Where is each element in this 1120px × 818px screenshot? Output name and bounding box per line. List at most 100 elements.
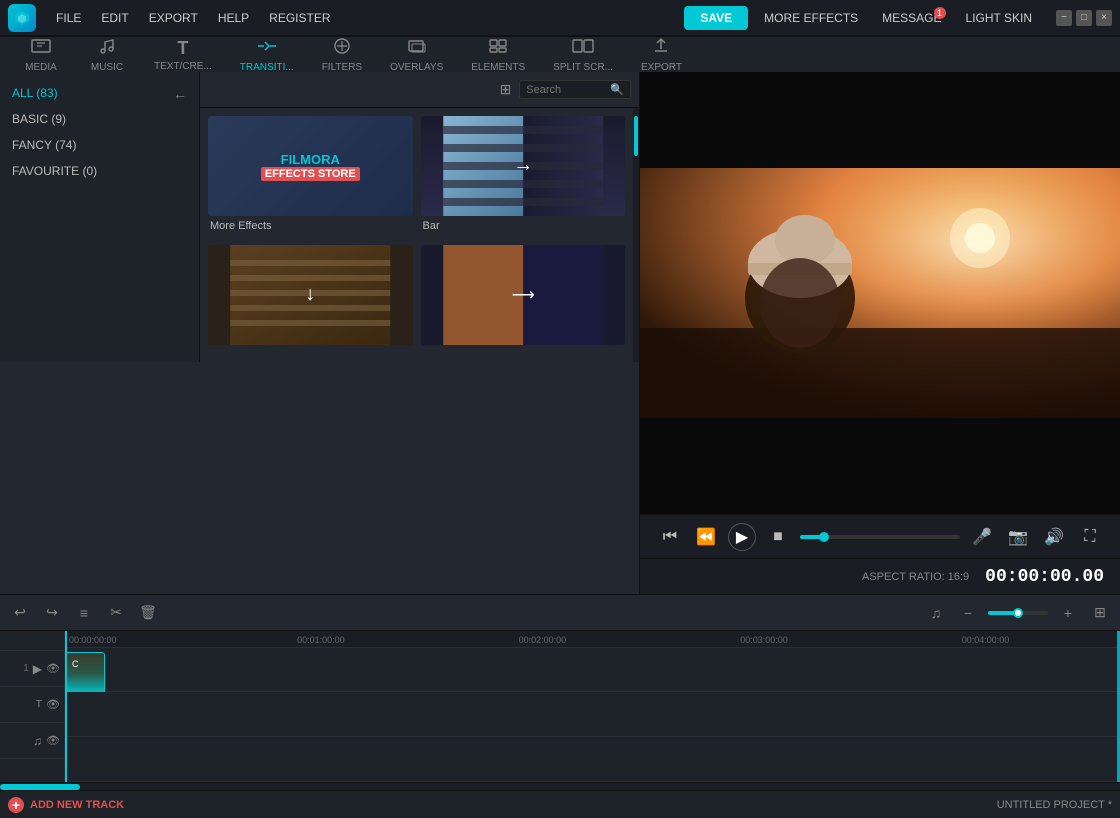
category-basic[interactable]: BASIC (9) — [0, 106, 199, 132]
overlays-icon — [407, 37, 427, 60]
microphone-button[interactable]: 🎤 — [968, 523, 996, 551]
menu-bar: FILE EDIT EXPORT HELP REGISTER SAVE MORE… — [0, 0, 1120, 36]
go-start-button[interactable]: ⏮ — [656, 523, 684, 551]
timeline-scrollbar[interactable] — [0, 782, 1120, 790]
video-frame — [640, 72, 1120, 514]
aspect-ratio: ASPECT RATIO: 16:9 — [862, 571, 969, 583]
timeline-grid-button[interactable]: ⊞ — [1088, 601, 1112, 625]
light-skin-button[interactable]: LIGHT SKIN — [958, 7, 1040, 29]
add-track-icon: + — [8, 797, 24, 813]
bar-thumbnail: → — [421, 116, 626, 216]
category-list: ALL (83) ← BASIC (9) FANCY (74) FAVOURIT… — [0, 72, 200, 362]
more-effects-button[interactable]: MORE EFFECTS — [756, 7, 866, 29]
scroll-rail[interactable] — [633, 108, 639, 362]
clip-label: C — [72, 659, 79, 669]
zoom-in-button[interactable]: + — [1056, 601, 1080, 625]
transition-more-effects[interactable]: FILMORA EFFECTS STORE More Effects — [208, 116, 413, 237]
prev-frame-button[interactable]: ⏪ — [692, 523, 720, 551]
playhead[interactable] — [65, 631, 67, 782]
timeline-footer: + ADD NEW TRACK UNTITLED PROJECT * — [0, 790, 1120, 818]
message-button[interactable]: MESSAGE 1 — [874, 7, 949, 29]
video-track-icon[interactable]: ▶ — [33, 662, 42, 676]
main-area: ALL (83) ← BASIC (9) FANCY (74) FAVOURIT… — [0, 72, 1120, 594]
tool-split-screen[interactable]: SPLIT SCR... — [547, 35, 619, 75]
delete-button[interactable]: 🗑 — [136, 601, 160, 625]
elements-icon — [488, 37, 508, 60]
audio-track — [65, 737, 1120, 782]
volume-button[interactable]: 🔊 — [1040, 523, 1068, 551]
video-preview — [640, 72, 1120, 514]
fullscreen-button[interactable]: ⛶ — [1076, 523, 1104, 551]
category-favourite[interactable]: FAVOURITE (0) — [0, 158, 199, 184]
minimize-button[interactable]: − — [1056, 10, 1072, 26]
category-all[interactable]: ALL (83) ← — [0, 80, 199, 106]
preview-panel: ⏮ ⏪ ▶ ■ 🎤 📷 🔊 ⛶ ASPECT RATIO: 16:9 00:00… — [640, 72, 1120, 594]
save-button[interactable]: SAVE — [684, 6, 748, 30]
tool-overlays[interactable]: OVERLAYS — [384, 35, 449, 75]
menu-register[interactable]: REGISTER — [261, 7, 338, 29]
text-label: TEXT/CRE... — [154, 61, 212, 72]
list-view-button[interactable]: ≡ — [72, 601, 96, 625]
menu-export[interactable]: EXPORT — [141, 7, 206, 29]
menu-file[interactable]: FILE — [48, 7, 89, 29]
audio-icon[interactable]: ♫ — [924, 601, 948, 625]
cut-button[interactable]: ✂ — [104, 601, 128, 625]
menu-help[interactable]: HELP — [210, 7, 257, 29]
preview-progress-bar[interactable] — [800, 535, 960, 539]
tool-media[interactable]: MEDIA — [16, 35, 66, 75]
transitions-icon — [256, 37, 278, 60]
search-input[interactable] — [526, 84, 606, 96]
category-fancy[interactable]: FANCY (74) — [0, 132, 199, 158]
time-mark-4: 00:04:00:00 — [962, 635, 1010, 645]
back-icon[interactable]: ← — [173, 86, 187, 102]
search-icon: 🔍 — [610, 83, 624, 96]
text-track-eye[interactable]: 👁 — [46, 698, 60, 711]
stop-button[interactable]: ■ — [764, 523, 792, 551]
preview-info: ASPECT RATIO: 16:9 00:00:00.00 — [640, 558, 1120, 594]
message-badge: 1 — [934, 7, 946, 19]
track-label-audio: ♫ 👁 — [0, 723, 64, 759]
grid-view-icon[interactable]: ⊞ — [500, 81, 512, 98]
tool-music[interactable]: MUSIC — [82, 35, 132, 75]
add-track-label: ADD NEW TRACK — [30, 799, 124, 811]
text-track-icon[interactable]: T — [36, 699, 42, 710]
menu-edit[interactable]: EDIT — [93, 7, 136, 29]
play-button[interactable]: ▶ — [728, 523, 756, 551]
tool-transitions[interactable]: TRANSITI... — [234, 35, 300, 75]
bar-label: Bar — [421, 220, 626, 232]
timeline-toolbar: ↩ ↪ ≡ ✂ 🗑 ♫ − + ⊞ — [0, 595, 1120, 631]
add-new-track-button[interactable]: + ADD NEW TRACK — [8, 797, 124, 813]
transition-slide2[interactable]: ⟶ — [421, 245, 626, 354]
export-icon — [652, 37, 670, 60]
tool-elements[interactable]: ELEMENTS — [465, 35, 531, 75]
track-labels: 1 ▶ 👁 T 👁 ♫ 👁 — [0, 631, 65, 782]
video-clip[interactable]: C — [65, 652, 105, 696]
close-button[interactable]: × — [1096, 10, 1112, 26]
timeline: ↩ ↪ ≡ ✂ 🗑 ♫ − + ⊞ 1 ▶ 👁 — [0, 594, 1120, 818]
redo-button[interactable]: ↪ — [40, 601, 64, 625]
transition-slide1[interactable]: ↓ — [208, 245, 413, 354]
audio-track-icon[interactable]: ♫ — [33, 734, 42, 748]
screenshot-button[interactable]: 📷 — [1004, 523, 1032, 551]
audio-track-eye[interactable]: 👁 — [46, 734, 60, 747]
time-mark-2: 00:02:00:00 — [519, 635, 567, 645]
window-controls: − □ × — [1056, 10, 1112, 26]
timeline-content: 1 ▶ 👁 T 👁 ♫ 👁 00:00:00:00 00:01:00:00 00… — [0, 631, 1120, 782]
zoom-control — [988, 611, 1048, 615]
project-name: UNTITLED PROJECT * — [997, 799, 1112, 811]
media-icon — [31, 37, 51, 60]
transition-bar[interactable]: → Bar — [421, 116, 626, 237]
main-toolbar: MEDIA MUSIC T TEXT/CRE... TRANSITI... — [0, 36, 1120, 72]
video-track-eye[interactable]: 👁 — [46, 662, 60, 675]
undo-button[interactable]: ↩ — [8, 601, 32, 625]
maximize-button[interactable]: □ — [1076, 10, 1092, 26]
zoom-slider[interactable] — [988, 611, 1048, 615]
tool-text[interactable]: T TEXT/CRE... — [148, 36, 218, 74]
tool-export[interactable]: EXPORT — [635, 35, 688, 75]
content-toolbar: ⊞ 🔍 — [200, 72, 639, 108]
zoom-out-button[interactable]: − — [956, 601, 980, 625]
timecode: 00:00:00.00 — [985, 567, 1104, 587]
filters-label: FILTERS — [322, 62, 362, 73]
more-effects-thumbnail: FILMORA EFFECTS STORE — [208, 116, 413, 216]
tool-filters[interactable]: FILTERS — [316, 35, 368, 75]
